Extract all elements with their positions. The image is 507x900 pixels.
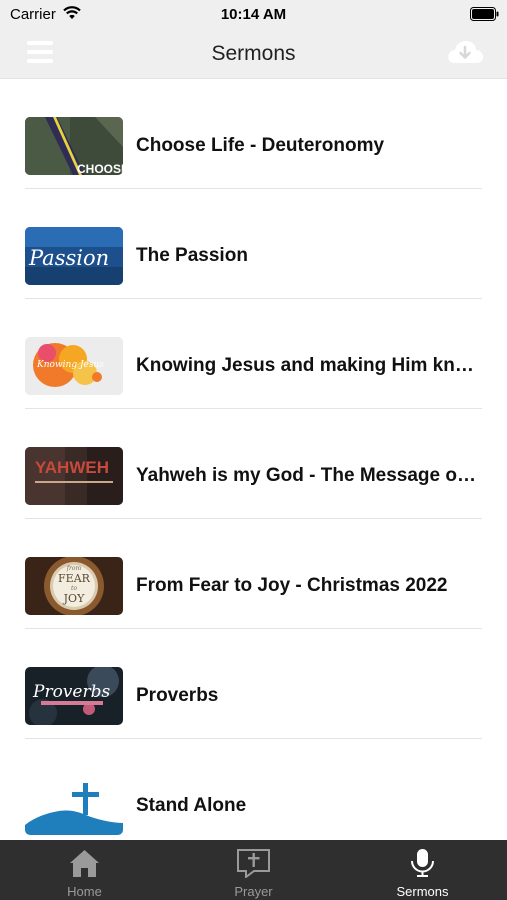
thumbnail-caption: YAHWEH (35, 458, 109, 477)
sermon-title: Proverbs (136, 685, 219, 706)
thumbnail-caption: FEAR (58, 572, 91, 585)
tab-label: Prayer (234, 884, 273, 899)
sermon-thumbnail: from FEAR to JOY (25, 557, 123, 615)
sermon-row-knowing-jesus[interactable]: Knowing Jesus Knowing Jesus and making H… (0, 299, 507, 409)
sermon-thumbnail: Proverbs (25, 667, 123, 725)
sermon-list: CHOOSE Choose Life - Deuteronomy Passion… (0, 79, 507, 840)
prayer-icon (237, 849, 270, 878)
thumbnail-caption: Knowing Jesus (36, 360, 104, 370)
sermon-thumbnail (25, 777, 123, 835)
microphone-icon (411, 849, 434, 877)
tab-bar: Home Prayer Sermons (0, 840, 507, 900)
status-bar: Carrier 10:14 AM (0, 0, 507, 30)
sermon-title: Yahweh is my God - The Message o… (136, 465, 476, 486)
tab-home[interactable]: Home (0, 840, 169, 900)
tab-sermons[interactable]: Sermons (338, 840, 507, 900)
tab-label: Sermons (396, 884, 449, 899)
svg-text:to: to (71, 585, 77, 592)
sermon-thumbnail: YAHWEH (25, 447, 123, 505)
navigation-bar: Sermons (0, 30, 507, 79)
battery-icon (470, 7, 499, 21)
thumbnail-caption: Passion (28, 246, 109, 270)
clock: 10:14 AM (220, 6, 287, 23)
thumbnail-caption: CHOOSE (77, 162, 123, 175)
sermon-row-stand-alone[interactable]: Stand Alone (0, 739, 507, 840)
home-icon (70, 850, 99, 877)
sermon-title: The Passion (136, 245, 248, 266)
sermon-thumbnail: CHOOSE (25, 117, 123, 175)
sermon-title: Knowing Jesus and making Him kn… (136, 355, 474, 376)
sermon-title: From Fear to Joy - Christmas 2022 (136, 575, 448, 596)
sermon-row-proverbs[interactable]: Proverbs Proverbs (0, 629, 507, 739)
sermon-thumbnail: Knowing Jesus (25, 337, 123, 395)
svg-text:from: from (66, 565, 82, 572)
svg-text:JOY: JOY (63, 592, 85, 605)
page-title: Sermons (211, 42, 296, 65)
cloud-download-icon[interactable] (446, 37, 484, 67)
sermon-thumbnail: Passion (25, 227, 123, 285)
sermon-row-the-passion[interactable]: Passion The Passion (0, 189, 507, 299)
thumbnail-caption: Proverbs (32, 682, 110, 702)
sermon-title: Choose Life - Deuteronomy (136, 135, 385, 156)
sermon-row-choose-life[interactable]: CHOOSE Choose Life - Deuteronomy (0, 79, 507, 189)
tab-label: Home (67, 884, 102, 899)
sermon-title: Stand Alone (136, 795, 247, 816)
tab-prayer[interactable]: Prayer (169, 840, 338, 900)
sermon-row-fear-to-joy[interactable]: from FEAR to JOY From Fear to Joy - Chri… (0, 519, 507, 629)
sermon-row-yahweh[interactable]: YAHWEH Yahweh is my God - The Message o… (0, 409, 507, 519)
